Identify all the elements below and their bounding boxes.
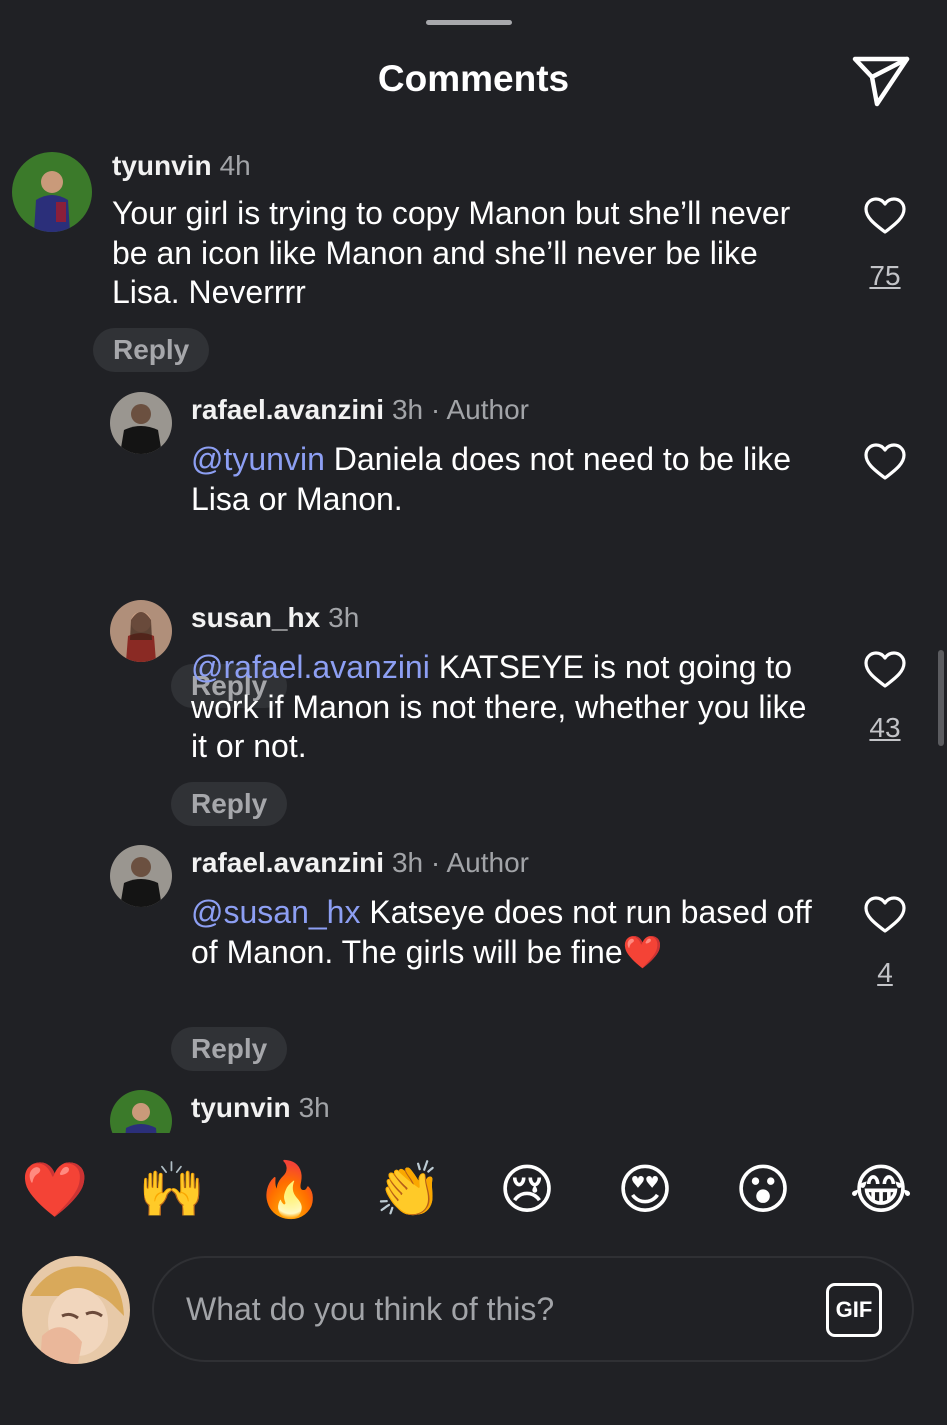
comment-body: Your girl is trying to copy Manon but sh…	[112, 195, 791, 310]
mention-link[interactable]: @rafael.avanzini	[191, 649, 430, 685]
comment-time: 3h	[298, 1092, 330, 1123]
reaction-surprised-emoji[interactable]: 😮	[728, 1155, 798, 1225]
comment-list[interactable]: tyunvin 4h Your girl is trying to copy Ma…	[0, 130, 947, 1133]
comment-meta: rafael.avanzini 3h · Author	[191, 847, 529, 879]
author-badge: · Author	[430, 394, 529, 425]
avatar[interactable]	[110, 600, 172, 662]
like-count[interactable]: 4	[855, 957, 915, 989]
like-count[interactable]: 75	[855, 260, 915, 292]
comment-time: 3h	[328, 602, 360, 633]
comment-text: Your girl is trying to copy Manon but sh…	[112, 194, 832, 313]
comments-sheet: Comments tyunvin 4h Your girl is trying t…	[0, 0, 947, 1425]
comment-text: @rafael.avanzini KATSEYE is not going to…	[191, 648, 831, 767]
comment-meta: susan_hx 3h	[191, 602, 359, 634]
reaction-crying-emoji[interactable]: 😢	[492, 1155, 562, 1225]
comment-composer: GIF	[0, 1250, 947, 1380]
reaction-laughing-emoji[interactable]: 😂	[846, 1155, 916, 1225]
reaction-heart-emoji[interactable]: ❤️	[20, 1155, 90, 1225]
red-heart-emoji: ❤️	[622, 933, 663, 970]
scrollbar[interactable]	[938, 650, 944, 746]
like-count[interactable]: 43	[855, 712, 915, 744]
reply-button[interactable]: Reply	[93, 328, 210, 372]
comment-username[interactable]: rafael.avanzini	[191, 847, 384, 878]
comment-input[interactable]	[184, 1283, 804, 1335]
comment-meta: rafael.avanzini 3h · Author	[191, 394, 529, 426]
comment-text: @tyunvin Daniela does not need to be lik…	[191, 440, 831, 519]
like-heart-icon[interactable]	[863, 895, 907, 935]
comment-text: @susan_hx Katseye does not run based off…	[191, 893, 831, 972]
gif-button[interactable]: GIF	[826, 1283, 882, 1337]
mention-link[interactable]: @susan_hx	[191, 894, 360, 930]
author-badge: · Author	[430, 847, 529, 878]
comment-input-box[interactable]: GIF	[152, 1256, 914, 1362]
reaction-fire-emoji[interactable]: 🔥	[255, 1155, 325, 1225]
reply-button[interactable]: Reply	[171, 1027, 288, 1071]
page-title: Comments	[377, 58, 570, 99]
quick-reaction-bar: ❤️ 🙌 🔥 👏 😢 😍 😮 😂	[0, 1155, 947, 1230]
avatar[interactable]	[110, 1090, 172, 1133]
comment-username[interactable]: tyunvin	[191, 1092, 291, 1123]
drag-handle[interactable]	[426, 20, 512, 25]
like-heart-icon[interactable]	[863, 650, 907, 690]
avatar[interactable]	[110, 845, 172, 907]
reaction-raising-hands-emoji[interactable]: 🙌	[137, 1155, 207, 1225]
comment-meta: tyunvin 4h	[112, 150, 251, 182]
comment-time: 3h	[391, 847, 424, 878]
comment-meta: tyunvin 3h	[191, 1092, 330, 1124]
avatar[interactable]	[110, 392, 172, 454]
avatar[interactable]	[12, 152, 92, 232]
comment-time: 4h	[219, 150, 251, 181]
mention-link[interactable]: @tyunvin	[191, 441, 325, 477]
share-send-icon[interactable]	[850, 53, 912, 109]
like-heart-icon[interactable]	[863, 196, 907, 236]
reply-button[interactable]: Reply	[171, 782, 288, 826]
reaction-clapping-emoji[interactable]: 👏	[374, 1155, 444, 1225]
like-heart-icon[interactable]	[863, 442, 907, 482]
my-avatar[interactable]	[22, 1256, 130, 1364]
comment-username[interactable]: rafael.avanzini	[191, 394, 384, 425]
reaction-heart-eyes-emoji[interactable]: 😍	[610, 1155, 680, 1225]
comment-username[interactable]: tyunvin	[112, 150, 212, 181]
comment-time: 3h	[391, 394, 424, 425]
comment-username[interactable]: susan_hx	[191, 602, 320, 633]
